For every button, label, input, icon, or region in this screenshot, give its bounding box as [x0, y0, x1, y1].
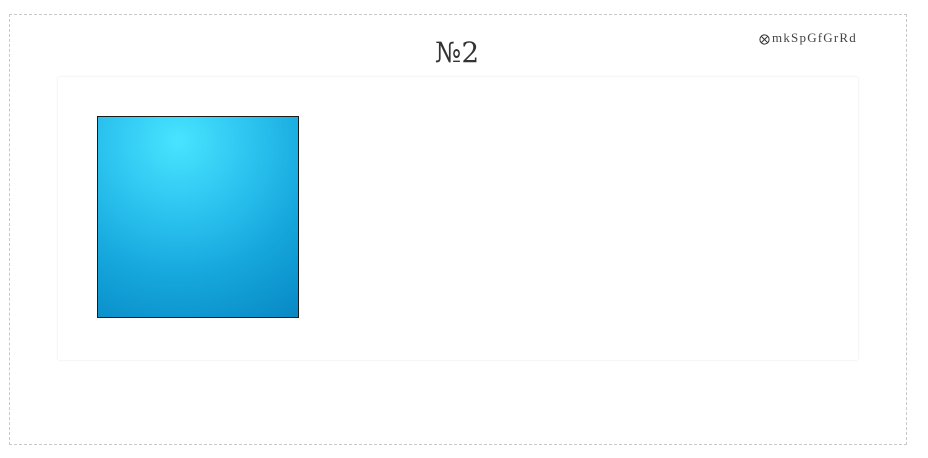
circled-times-icon	[759, 33, 770, 45]
gradient-square	[97, 116, 299, 318]
corner-label-text: mkSpGfGrRd	[772, 30, 857, 45]
corner-label[interactable]: mkSpGfGrRd	[759, 30, 857, 46]
drawing-canvas	[58, 77, 858, 360]
